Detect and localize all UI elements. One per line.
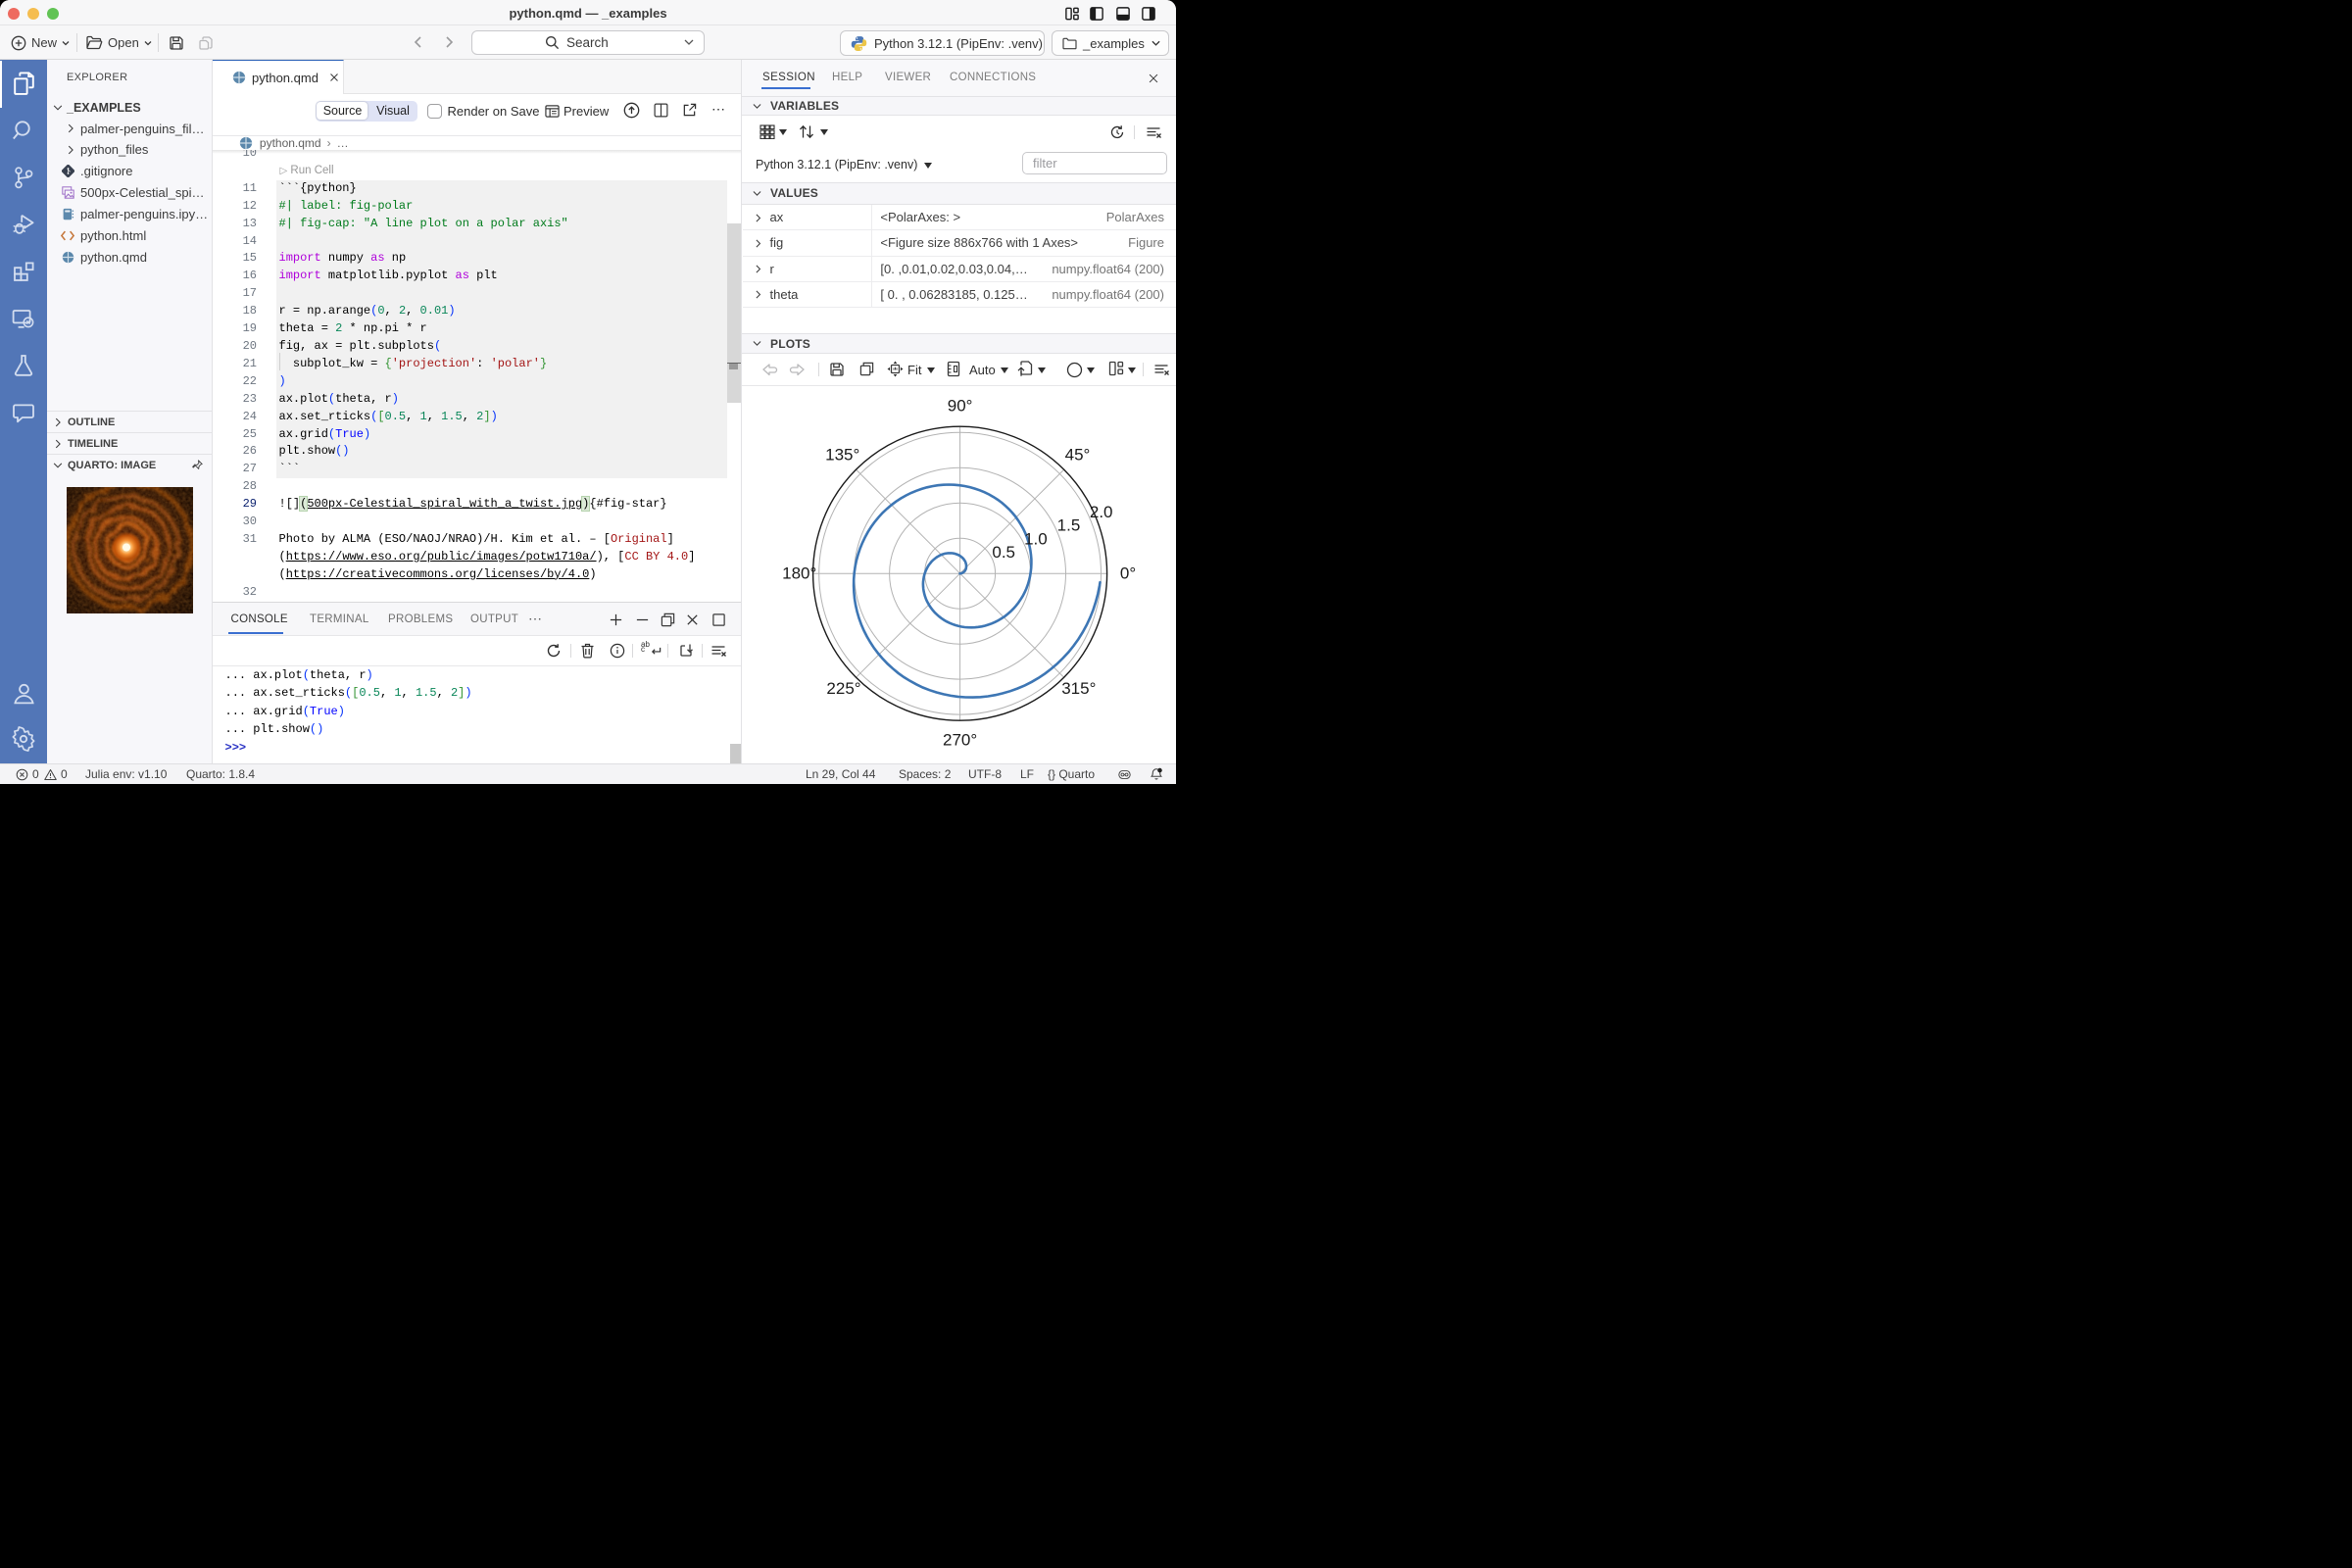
svg-text:2.0: 2.0 [1090,503,1113,521]
svg-text:270°: 270° [943,730,977,749]
svg-text:180°: 180° [782,564,816,583]
svg-text:135°: 135° [825,446,859,465]
svg-text:45°: 45° [1065,446,1091,465]
svg-text:1.5: 1.5 [1057,516,1081,535]
svg-text:315°: 315° [1061,679,1096,698]
svg-text:225°: 225° [826,679,860,698]
svg-text:1.0: 1.0 [1024,530,1048,549]
svg-text:0°: 0° [1120,564,1136,583]
svg-text:90°: 90° [948,397,973,416]
svg-text:0.5: 0.5 [992,543,1015,562]
